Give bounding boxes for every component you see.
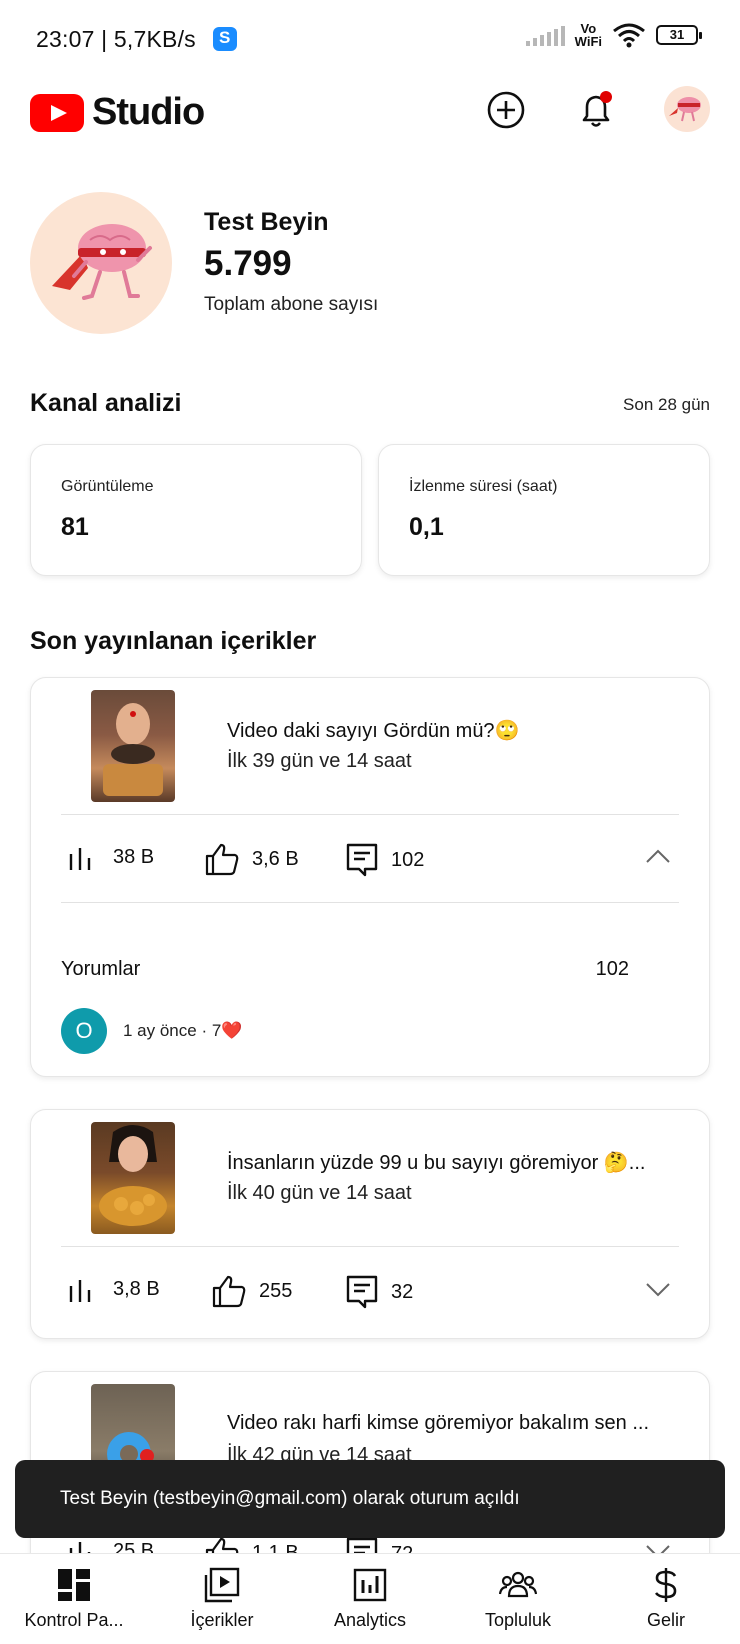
- subscriber-count: 5.799: [204, 244, 292, 283]
- signed-in-toast: Test Beyin (testbeyin@gmail.com) olarak …: [15, 1460, 725, 1538]
- nav-label: Kontrol Pa...: [24, 1610, 124, 1630]
- comments-count: 102: [391, 848, 425, 871]
- views-bar-chart-icon: [69, 1280, 91, 1302]
- analytics-period: Son 28 gün: [623, 395, 710, 414]
- recent-content-title: Son yayınlanan içerikler: [30, 627, 317, 655]
- status-bar: 23:07 | 5,7KB/s Vo WiFi 31: [0, 0, 740, 80]
- watch-time-stat-card[interactable]: İzlenme süresi (saat) 0,1: [378, 444, 710, 576]
- brain-mascot-icon: [52, 224, 152, 300]
- comments-section-label: Yorumlar: [61, 958, 141, 980]
- nav-label: Topluluk: [484, 1610, 552, 1630]
- clock: 23:07: [36, 26, 95, 52]
- comment-meta: 1 ay önce · 7❤️: [123, 1021, 243, 1040]
- stat-label: Görüntüleme: [61, 478, 154, 495]
- stat-label: İzlenme süresi (saat): [409, 478, 558, 495]
- nav-label: Analytics: [333, 1610, 407, 1630]
- divider: [61, 814, 679, 815]
- views-metric: 3,8 B: [67, 1274, 160, 1304]
- bottom-navigation: Kontrol Pa... İçerikler Analytics Toplul…: [0, 1553, 740, 1644]
- views-count: 3,8 B: [113, 1277, 160, 1300]
- analytics-icon: [353, 1568, 387, 1602]
- nav-label: Gelir: [646, 1610, 685, 1630]
- stat-value: 0,1: [409, 513, 444, 541]
- subscriber-count-label: Toplam abone sayısı: [204, 294, 379, 315]
- video-thumbnail[interactable]: [91, 1122, 175, 1234]
- dashboard-icon: [58, 1569, 90, 1601]
- content-icon: [204, 1567, 240, 1603]
- comments-metric: 32: [345, 1274, 413, 1310]
- create-icon[interactable]: [482, 86, 530, 134]
- views-stat-card[interactable]: Görüntüleme 81: [30, 444, 362, 576]
- thumbs-up-icon: [205, 843, 239, 876]
- thumbnail-image: [99, 1125, 167, 1226]
- notifications-bell-icon[interactable]: [572, 86, 620, 134]
- chevron-up-icon[interactable]: [643, 842, 673, 872]
- chevron-down-icon[interactable]: [643, 1274, 673, 1304]
- nav-item-dashboard[interactable]: Kontrol Pa...: [0, 1554, 148, 1644]
- views-bar-chart-icon: [69, 848, 91, 870]
- video-age: İlk 40 gün ve 14 saat: [227, 1182, 412, 1204]
- video-card[interactable]: İnsanların yüzde 99 u bu sayıyı göremiyo…: [30, 1109, 710, 1339]
- likes-metric: 255: [211, 1274, 292, 1308]
- earn-icon: [654, 1568, 677, 1602]
- likes-metric: 3,6 B: [204, 842, 299, 876]
- divider: [61, 902, 679, 903]
- likes-count: 3,6 B: [252, 847, 299, 870]
- comments-metric: 102: [345, 842, 424, 878]
- nav-item-content[interactable]: İçerikler: [148, 1554, 296, 1644]
- comment-icon: [346, 843, 378, 877]
- status-time: 23:07 | 5,7KB/s: [36, 26, 196, 52]
- shazam-icon: [213, 27, 237, 51]
- channel-avatar[interactable]: [30, 192, 172, 334]
- views-metric: 38 B: [67, 842, 154, 872]
- analytics-section-title: Kanal analizi: [30, 389, 182, 417]
- video-title: Video daki sayıyı Gördün mü?🙄: [227, 720, 520, 742]
- stat-value: 81: [61, 513, 89, 541]
- brain-mascot-icon: [669, 97, 701, 122]
- nav-item-earn[interactable]: Gelir: [592, 1554, 740, 1644]
- vowifi-label: Vo WiFi: [574, 21, 602, 49]
- video-title: Video rakı harfi kimse göremiyor bakalım…: [227, 1412, 650, 1434]
- signal-icon: [525, 24, 565, 46]
- thumbnail-image: [103, 703, 163, 796]
- nav-label: İçerikler: [190, 1610, 254, 1630]
- commenter-avatar[interactable]: O: [61, 1008, 107, 1054]
- account-avatar[interactable]: [664, 86, 710, 132]
- network-speed: 5,7KB/s: [113, 26, 196, 52]
- app-bar: Studio: [0, 80, 740, 160]
- video-age: İlk 39 gün ve 14 saat: [227, 750, 412, 772]
- community-icon: [499, 1571, 537, 1598]
- channel-name: Test Beyin: [204, 208, 329, 236]
- video-thumbnail[interactable]: [91, 690, 175, 802]
- video-card[interactable]: Video daki sayıyı Gördün mü?🙄 İlk 39 gün…: [30, 677, 710, 1077]
- divider: [61, 1246, 679, 1247]
- battery-indicator: 31: [656, 25, 702, 45]
- brand-text: Studio: [92, 91, 205, 133]
- comments-section-count: 102: [595, 958, 629, 980]
- nav-item-community[interactable]: Topluluk: [444, 1554, 592, 1644]
- likes-count: 255: [259, 1279, 293, 1302]
- youtube-studio-logo[interactable]: Studio: [30, 91, 205, 134]
- video-title: İnsanların yüzde 99 u bu sayıyı göremiyo…: [227, 1152, 646, 1174]
- comments-count: 32: [391, 1280, 414, 1303]
- views-count: 38 B: [113, 845, 155, 868]
- comment-icon: [346, 1275, 378, 1309]
- wifi-icon: [613, 23, 645, 48]
- thumbs-up-icon: [212, 1275, 246, 1308]
- status-icons: Vo WiFi 31: [525, 21, 702, 49]
- channel-header: Test Beyin 5.799 Toplam abone sayısı: [30, 192, 710, 334]
- youtube-play-icon: [30, 93, 84, 132]
- nav-item-analytics[interactable]: Analytics: [296, 1554, 444, 1644]
